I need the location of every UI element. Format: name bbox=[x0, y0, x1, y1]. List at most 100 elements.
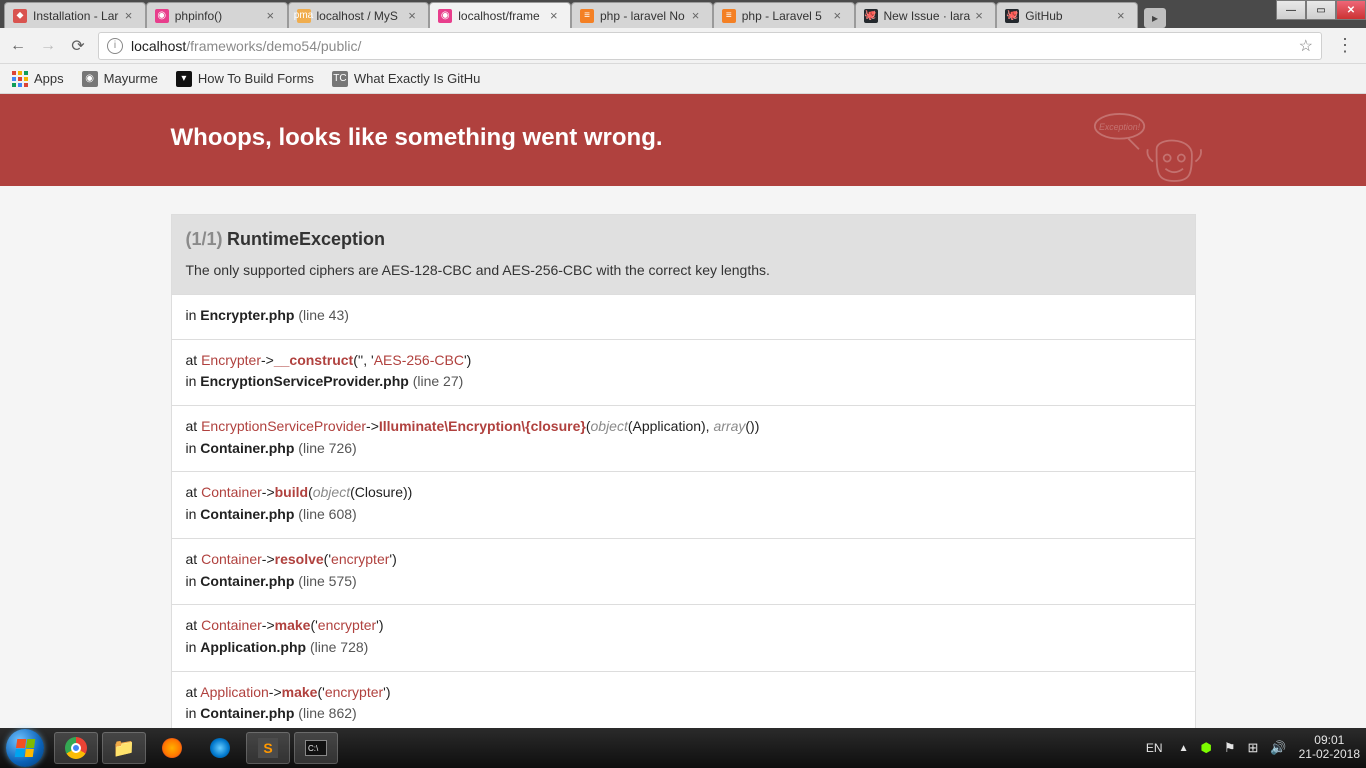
favicon-icon: ≡ bbox=[580, 9, 594, 23]
favicon-icon: ≡ bbox=[722, 9, 736, 23]
taskbar-app-explorer[interactable]: 📁 bbox=[102, 732, 146, 764]
frame-method[interactable]: __construct bbox=[274, 352, 353, 368]
frame-method[interactable]: build bbox=[275, 484, 308, 500]
frame-method[interactable]: resolve bbox=[275, 551, 324, 567]
bookmark-label: How To Build Forms bbox=[198, 71, 314, 86]
frame-method[interactable]: Illuminate\Encryption\{closure} bbox=[379, 418, 586, 434]
trace-frame: at Container->build(object(Closure))in C… bbox=[171, 472, 1196, 538]
frame-line: (line 575) bbox=[294, 573, 356, 589]
tray-volume-icon[interactable]: 🔊 bbox=[1270, 740, 1286, 756]
url-host: localhost bbox=[131, 38, 186, 54]
browser-tab[interactable]: ⬥ Installation - Lar × bbox=[4, 2, 146, 28]
site-info-icon[interactable]: i bbox=[107, 38, 123, 54]
windows-logo-icon bbox=[15, 739, 36, 757]
bookmark-star-icon[interactable]: ☆ bbox=[1299, 36, 1313, 56]
bookmark-item[interactable]: TC What Exactly Is GitHu bbox=[332, 71, 480, 87]
frame-file[interactable]: Container.php bbox=[200, 440, 294, 456]
favicon-icon: ⬥ bbox=[13, 9, 27, 23]
frame-method[interactable]: make bbox=[275, 617, 311, 633]
start-button[interactable] bbox=[6, 729, 44, 767]
frame-file[interactable]: Container.php bbox=[200, 705, 294, 721]
bookmark-favicon-icon: ◉ bbox=[82, 71, 98, 87]
trace-frame: at Encrypter->__construct('', 'AES-256-C… bbox=[171, 340, 1196, 406]
frame-class[interactable]: Container bbox=[201, 551, 262, 567]
frame-args: object(Closure) bbox=[313, 484, 408, 500]
origin-line: (line 43) bbox=[294, 307, 348, 323]
frame-file[interactable]: Container.php bbox=[200, 573, 294, 589]
nav-forward-button[interactable]: → bbox=[38, 36, 58, 56]
taskbar-clock[interactable]: 09:01 21-02-2018 bbox=[1299, 734, 1360, 762]
browser-tab[interactable]: pma localhost / MyS × bbox=[288, 2, 430, 28]
frame-class[interactable]: Encrypter bbox=[201, 352, 261, 368]
firefox-icon bbox=[162, 738, 182, 758]
address-bar[interactable]: i localhost/frameworks/demo54/public/ ☆ bbox=[98, 32, 1322, 60]
clock-time: 09:01 bbox=[1299, 734, 1360, 748]
bookmark-favicon-icon: ▾ bbox=[176, 71, 192, 87]
browser-tab[interactable]: 🐙 New Issue · lara × bbox=[855, 2, 997, 28]
bookmark-item[interactable]: ◉ Mayurme bbox=[82, 71, 158, 87]
frame-class[interactable]: EncryptionServiceProvider bbox=[201, 418, 366, 434]
browser-tab[interactable]: 🐙 GitHub × bbox=[996, 2, 1138, 28]
trace-origin: in Encrypter.php (line 43) bbox=[171, 295, 1196, 340]
bookmark-label: What Exactly Is GitHu bbox=[354, 71, 480, 86]
tab-title: phpinfo() bbox=[175, 9, 263, 23]
tab-close-icon[interactable]: × bbox=[550, 8, 562, 23]
frame-class[interactable]: Container bbox=[201, 484, 262, 500]
frame-line: (line 728) bbox=[306, 639, 368, 655]
tray-utorrent-icon[interactable]: ⬢ bbox=[1201, 740, 1212, 756]
frame-args: 'encrypter' bbox=[328, 551, 392, 567]
tab-title: php - Laravel 5 bbox=[742, 9, 830, 23]
tray-network-icon[interactable]: ⊞ bbox=[1248, 740, 1259, 756]
tab-close-icon[interactable]: × bbox=[975, 8, 987, 23]
page-viewport[interactable]: Whoops, looks like something went wrong.… bbox=[0, 94, 1366, 728]
frame-class[interactable]: Container bbox=[201, 617, 262, 633]
origin-file[interactable]: Encrypter.php bbox=[200, 307, 294, 323]
tab-close-icon[interactable]: × bbox=[125, 8, 137, 23]
firefox-dev-icon bbox=[210, 738, 230, 758]
language-indicator[interactable]: EN bbox=[1142, 741, 1167, 755]
frame-args: object(Application), array() bbox=[591, 418, 755, 434]
tab-close-icon[interactable]: × bbox=[267, 8, 279, 23]
frame-args: 'encrypter' bbox=[315, 617, 379, 633]
browser-tab-strip: ⬥ Installation - Lar × ◉ phpinfo() × pma… bbox=[0, 0, 1366, 28]
frame-class[interactable]: Application bbox=[200, 684, 269, 700]
folder-icon: 📁 bbox=[113, 738, 135, 759]
taskbar-app-sublime[interactable]: S bbox=[246, 732, 290, 764]
frame-file[interactable]: EncryptionServiceProvider.php bbox=[200, 373, 409, 389]
nav-back-button[interactable]: ← bbox=[8, 36, 28, 56]
tab-close-icon[interactable]: × bbox=[834, 8, 846, 23]
frame-file[interactable]: Application.php bbox=[200, 639, 306, 655]
browser-menu-button[interactable]: ⋮ bbox=[1332, 35, 1358, 56]
ghost-illustration-icon: Exception! bbox=[1086, 106, 1206, 201]
taskbar-app-cmd[interactable]: C:\ bbox=[294, 732, 338, 764]
window-maximize-button[interactable]: ▭ bbox=[1306, 0, 1336, 20]
browser-tab[interactable]: ≡ php - Laravel 5 × bbox=[713, 2, 855, 28]
trace-frame: at Container->resolve('encrypter')in Con… bbox=[171, 539, 1196, 605]
taskbar-app-chrome[interactable] bbox=[54, 732, 98, 764]
bookmark-item[interactable]: ▾ How To Build Forms bbox=[176, 71, 314, 87]
window-minimize-button[interactable]: — bbox=[1276, 0, 1306, 20]
tray-flag-icon[interactable]: ⚑ bbox=[1224, 740, 1236, 756]
exception-message: The only supported ciphers are AES-128-C… bbox=[186, 262, 1181, 278]
tab-close-icon[interactable]: × bbox=[1117, 8, 1129, 23]
error-headline: Whoops, looks like something went wrong. bbox=[171, 124, 1196, 152]
bookmarks-bar: Apps ◉ Mayurme ▾ How To Build Forms TC W… bbox=[0, 64, 1366, 94]
browser-tab-active[interactable]: ◉ localhost/frame × bbox=[429, 2, 571, 28]
window-close-button[interactable]: ✕ bbox=[1336, 0, 1366, 20]
taskbar-app-firefox-dev[interactable] bbox=[198, 732, 242, 764]
tab-close-icon[interactable]: × bbox=[408, 8, 420, 23]
browser-tab[interactable]: ◉ phpinfo() × bbox=[146, 2, 288, 28]
frame-line: (line 608) bbox=[294, 506, 356, 522]
apps-grid-icon bbox=[12, 71, 28, 87]
browser-tab[interactable]: ≡ php - laravel No × bbox=[571, 2, 713, 28]
apps-shortcut[interactable]: Apps bbox=[12, 71, 64, 87]
frame-file[interactable]: Container.php bbox=[200, 506, 294, 522]
exception-name: RuntimeException bbox=[227, 229, 385, 249]
tray-expand-icon[interactable]: ▲ bbox=[1179, 743, 1189, 754]
taskbar-app-firefox[interactable] bbox=[150, 732, 194, 764]
new-tab-button[interactable]: ▸ bbox=[1144, 8, 1166, 28]
tab-close-icon[interactable]: × bbox=[692, 8, 704, 23]
nav-reload-button[interactable]: ⟳ bbox=[68, 36, 88, 56]
tab-title: Installation - Lar bbox=[33, 9, 121, 23]
frame-method[interactable]: make bbox=[282, 684, 318, 700]
